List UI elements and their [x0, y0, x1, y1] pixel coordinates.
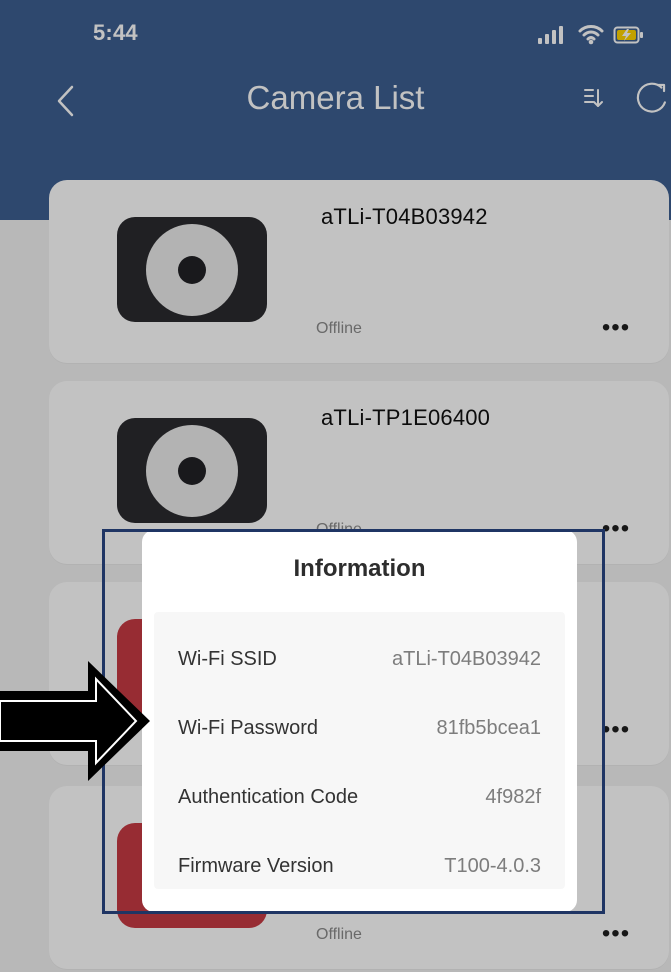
- information-panel: Wi-Fi SSID aTLi-T04B03942 Wi-Fi Password…: [154, 612, 565, 889]
- info-label: Wi-Fi SSID: [178, 647, 277, 670]
- info-value: aTLi-T04B03942: [392, 647, 541, 670]
- info-row-wifi-ssid: Wi-Fi SSID aTLi-T04B03942: [178, 624, 541, 693]
- info-row-wifi-password: Wi-Fi Password 81fb5bcea1: [178, 693, 541, 762]
- info-value: T100-4.0.3: [444, 854, 541, 877]
- info-label: Wi-Fi Password: [178, 716, 319, 739]
- info-row-authentication-code: Authentication Code 4f982f: [178, 762, 541, 831]
- info-label: Firmware Version: [178, 854, 334, 877]
- info-row-firmware-version: Firmware Version T100-4.0.3: [178, 831, 541, 900]
- information-modal: Information Wi-Fi SSID aTLi-T04B03942 Wi…: [142, 530, 577, 912]
- camera-list-screen: 5:44 Camera List aTLi-T04B03942 Offline …: [0, 0, 671, 972]
- screenshot-page: 5:44 Camera List aTLi-T04B03942 Offline …: [0, 0, 671, 972]
- info-value: 4f982f: [485, 785, 541, 808]
- modal-title: Information: [293, 555, 426, 582]
- info-label: Authentication Code: [178, 785, 359, 808]
- info-value: 81fb5bcea1: [436, 716, 541, 739]
- right-arrow-icon: [0, 661, 150, 781]
